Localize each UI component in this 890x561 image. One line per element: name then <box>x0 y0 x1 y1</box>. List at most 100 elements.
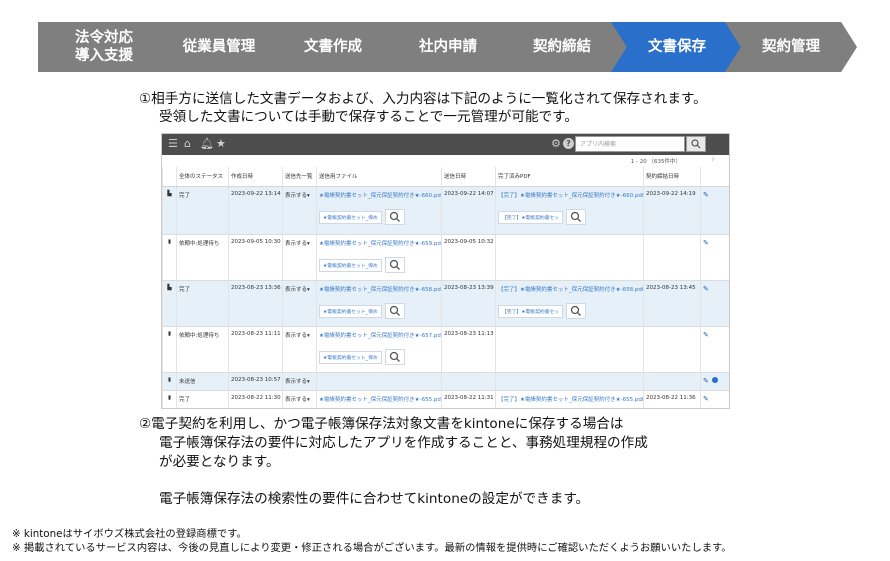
done-chip[interactable]: 【完了】★電帳契約書セッ <box>498 211 564 224</box>
status-dot-icon <box>711 376 718 383</box>
record-flag-icon[interactable]: ▙ <box>167 285 171 291</box>
caption-2-line-1: ②電子契約を利用し、かつ電子帳簿保存法対象文書をkintoneに保存する場合は <box>139 416 624 432</box>
send-file-link[interactable]: ★電帳契約書セット_保元保証契約付き★-659.pdf <box>319 239 442 247</box>
cell-show[interactable]: 表示する▾ <box>282 326 317 373</box>
step-contract-signing: 契約締結 <box>496 22 628 72</box>
cell-done-pdf <box>495 326 644 373</box>
gear-icon[interactable]: ⚙ <box>551 138 561 150</box>
record-doc-icon[interactable]: ▮ <box>168 239 171 245</box>
caption-2-line-3: が必要となります。 <box>159 454 280 470</box>
cell-created: 2023-08-22 11:30 <box>228 390 283 408</box>
cell-sent: 2023-08-22 11:31 <box>441 390 496 408</box>
cell-concluded: 2023-08-22 11:36 <box>643 390 701 408</box>
cell-send-file <box>316 372 442 391</box>
cell-status: 未送信 <box>176 372 229 391</box>
cell-sent: 2023-08-23 13:39 <box>441 280 496 327</box>
preview-button[interactable] <box>384 208 405 225</box>
table-row[interactable]: ▙ 完了 2023-08-23 13:36 表示する▾ ★電帳契約書セット_保元… <box>162 280 729 327</box>
done-pdf-link[interactable]: 【完了】★電帳契約書セット_保元保証契約付き★-660.pdf <box>498 191 644 199</box>
kintone-app-screenshot: ☰ ⌂ 🔔︎ ★ ⚙ ? アプリ内検索 1 - 20 （635件中） › 全体の… <box>161 133 730 409</box>
record-doc-icon[interactable]: ▮ <box>168 377 171 383</box>
file-chip[interactable]: ★電帳契約書セット_保め <box>319 211 382 224</box>
search-icon <box>389 211 400 222</box>
app-search-input[interactable]: アプリ内検索 <box>575 136 685 152</box>
home-icon[interactable]: ⌂ <box>184 138 191 150</box>
process-steps: 法令対応 導入支援 従業員管理 文書作成 社内申請 契約締結 文書保存 契約管理 <box>38 22 868 72</box>
file-chip[interactable]: ★電帳契約書セット_保め <box>319 351 382 364</box>
preview-button[interactable] <box>566 302 587 319</box>
cell-sent: 2023-09-05 10:32 <box>441 234 496 281</box>
col-sent[interactable]: 送信日時 <box>441 167 496 187</box>
search-icon <box>389 305 400 316</box>
col-status[interactable]: 全体のステータス <box>176 167 229 187</box>
edit-pencil-icon[interactable]: ✎ <box>703 191 709 199</box>
table-row[interactable]: ▮ 完了 2023-08-22 11:30 表示する▾ ★電帳契約書セット_保元… <box>162 390 729 408</box>
menu-icon[interactable]: ☰ <box>168 138 178 150</box>
file-chip[interactable]: ★電帳契約書セット_保め <box>319 305 382 318</box>
preview-button[interactable] <box>384 256 405 273</box>
table-row[interactable]: ▮ 未送信 2023-08-23 10:57 表示する▾ ✎ <box>162 372 729 391</box>
cell-status: 完了 <box>176 280 229 327</box>
send-file-link[interactable]: ★電帳契約書セット_保元保証契約付き★-657.pdf <box>319 331 442 339</box>
cell-show[interactable]: 表示する▾ <box>282 280 317 327</box>
search-icon <box>691 139 701 149</box>
step-document-storage: 文書保存 <box>611 22 743 72</box>
preview-button[interactable] <box>384 348 405 365</box>
edit-pencil-icon[interactable]: ✎ <box>703 377 709 385</box>
done-chip[interactable]: 【完了】★電帳契約書セッ <box>498 305 564 318</box>
col-send-file[interactable]: 送信用ファイル <box>316 167 442 187</box>
table-row[interactable]: ▙ 完了 2023-09-22 13:14 表示する▾ ★電帳契約書セット_保元… <box>162 186 729 235</box>
table-row[interactable]: ▮ 依頼中:処理待ち 2023-09-05 10:30 表示する▾ ★電帳契約書… <box>162 234 729 281</box>
cell-show[interactable]: 表示する▾ <box>282 372 317 391</box>
cell-done-pdf <box>495 372 644 391</box>
search-button[interactable] <box>686 136 706 152</box>
search-icon <box>570 305 582 316</box>
bell-icon[interactable]: 🔔︎ <box>200 138 214 150</box>
cell-sent: 2023-09-22 14:07 <box>441 186 496 235</box>
cell-status: 依頼中:処理待ち <box>176 326 229 373</box>
star-icon[interactable]: ★ <box>216 138 226 150</box>
search-icon <box>570 211 582 222</box>
col-done-pdf[interactable]: 完了済みPDF <box>495 167 644 187</box>
step-employee-management: 従業員管理 <box>153 22 285 72</box>
record-doc-icon[interactable]: ▮ <box>168 331 171 337</box>
step-contract-management: 契約管理 <box>725 22 857 72</box>
cell-created: 2023-08-23 11:11 <box>228 326 283 373</box>
footnote-disclaimer: ※ 掲載されているサービス内容は、今後の見直しにより変更・修正される場合がござい… <box>12 542 732 554</box>
cell-concluded <box>643 234 701 281</box>
done-pdf-link[interactable]: 【完了】★電帳契約書セット_保元保証契約付き★-658.pdf <box>498 285 644 293</box>
search-icon <box>389 351 400 362</box>
record-doc-icon[interactable]: ▮ <box>168 395 171 401</box>
cell-sent <box>441 372 496 391</box>
search-icon <box>389 259 400 270</box>
footnote-trademark: ※ kintoneはサイボウズ株式会社の登録商標です。 <box>12 528 247 540</box>
edit-pencil-icon[interactable]: ✎ <box>703 395 709 403</box>
records-table: 全体のステータス 作成日時 送信先一覧 送信用ファイル 送信日時 完了済みPDF… <box>162 167 729 408</box>
file-chip[interactable]: ★電帳契約書セット_保め <box>319 259 382 272</box>
done-pdf-link[interactable]: 【完了】★電帳契約書セット_保元保証契約付き★-655.pdf <box>498 395 644 403</box>
cell-show[interactable]: 表示する▾ <box>282 390 317 408</box>
send-file-link[interactable]: ★電帳契約書セット_保元保証契約付き★-655.pdf <box>319 395 442 403</box>
cell-concluded: 2023-08-23 13:45 <box>643 280 701 327</box>
table-header-row: 全体のステータス 作成日時 送信先一覧 送信用ファイル 送信日時 完了済みPDF… <box>162 167 729 187</box>
col-recipients[interactable]: 送信先一覧 <box>282 167 317 187</box>
send-file-link[interactable]: ★電帳契約書セット_保元保証契約付き★-658.pdf <box>319 285 442 293</box>
preview-button[interactable] <box>566 208 587 225</box>
edit-pencil-icon[interactable]: ✎ <box>703 239 709 247</box>
table-row[interactable]: ▮ 依頼中:処理待ち 2023-08-23 11:11 表示する▾ ★電帳契約書… <box>162 326 729 373</box>
col-created[interactable]: 作成日時 <box>228 167 283 187</box>
col-concluded[interactable]: 契約締結日時 <box>643 167 701 187</box>
cell-created: 2023-09-05 10:30 <box>228 234 283 281</box>
cell-show[interactable]: 表示する▾ <box>282 186 317 235</box>
preview-button[interactable] <box>384 302 405 319</box>
help-icon[interactable]: ? <box>563 138 574 149</box>
edit-pencil-icon[interactable]: ✎ <box>703 285 709 293</box>
cell-concluded: 2023-09-22 14:19 <box>643 186 701 235</box>
col-actions <box>700 167 729 187</box>
record-flag-icon[interactable]: ▙ <box>167 191 171 197</box>
edit-pencil-icon[interactable]: ✎ <box>703 331 709 339</box>
cell-show[interactable]: 表示する▾ <box>282 234 317 281</box>
caption-2-line-4: 電子帳簿保存法の検索性の要件に合わせてkintoneの設定ができます。 <box>159 491 590 507</box>
send-file-link[interactable]: ★電帳契約書セット_保元保証契約付き★-660.pdf <box>319 191 442 199</box>
chevron-right-icon[interactable]: › <box>711 154 715 165</box>
